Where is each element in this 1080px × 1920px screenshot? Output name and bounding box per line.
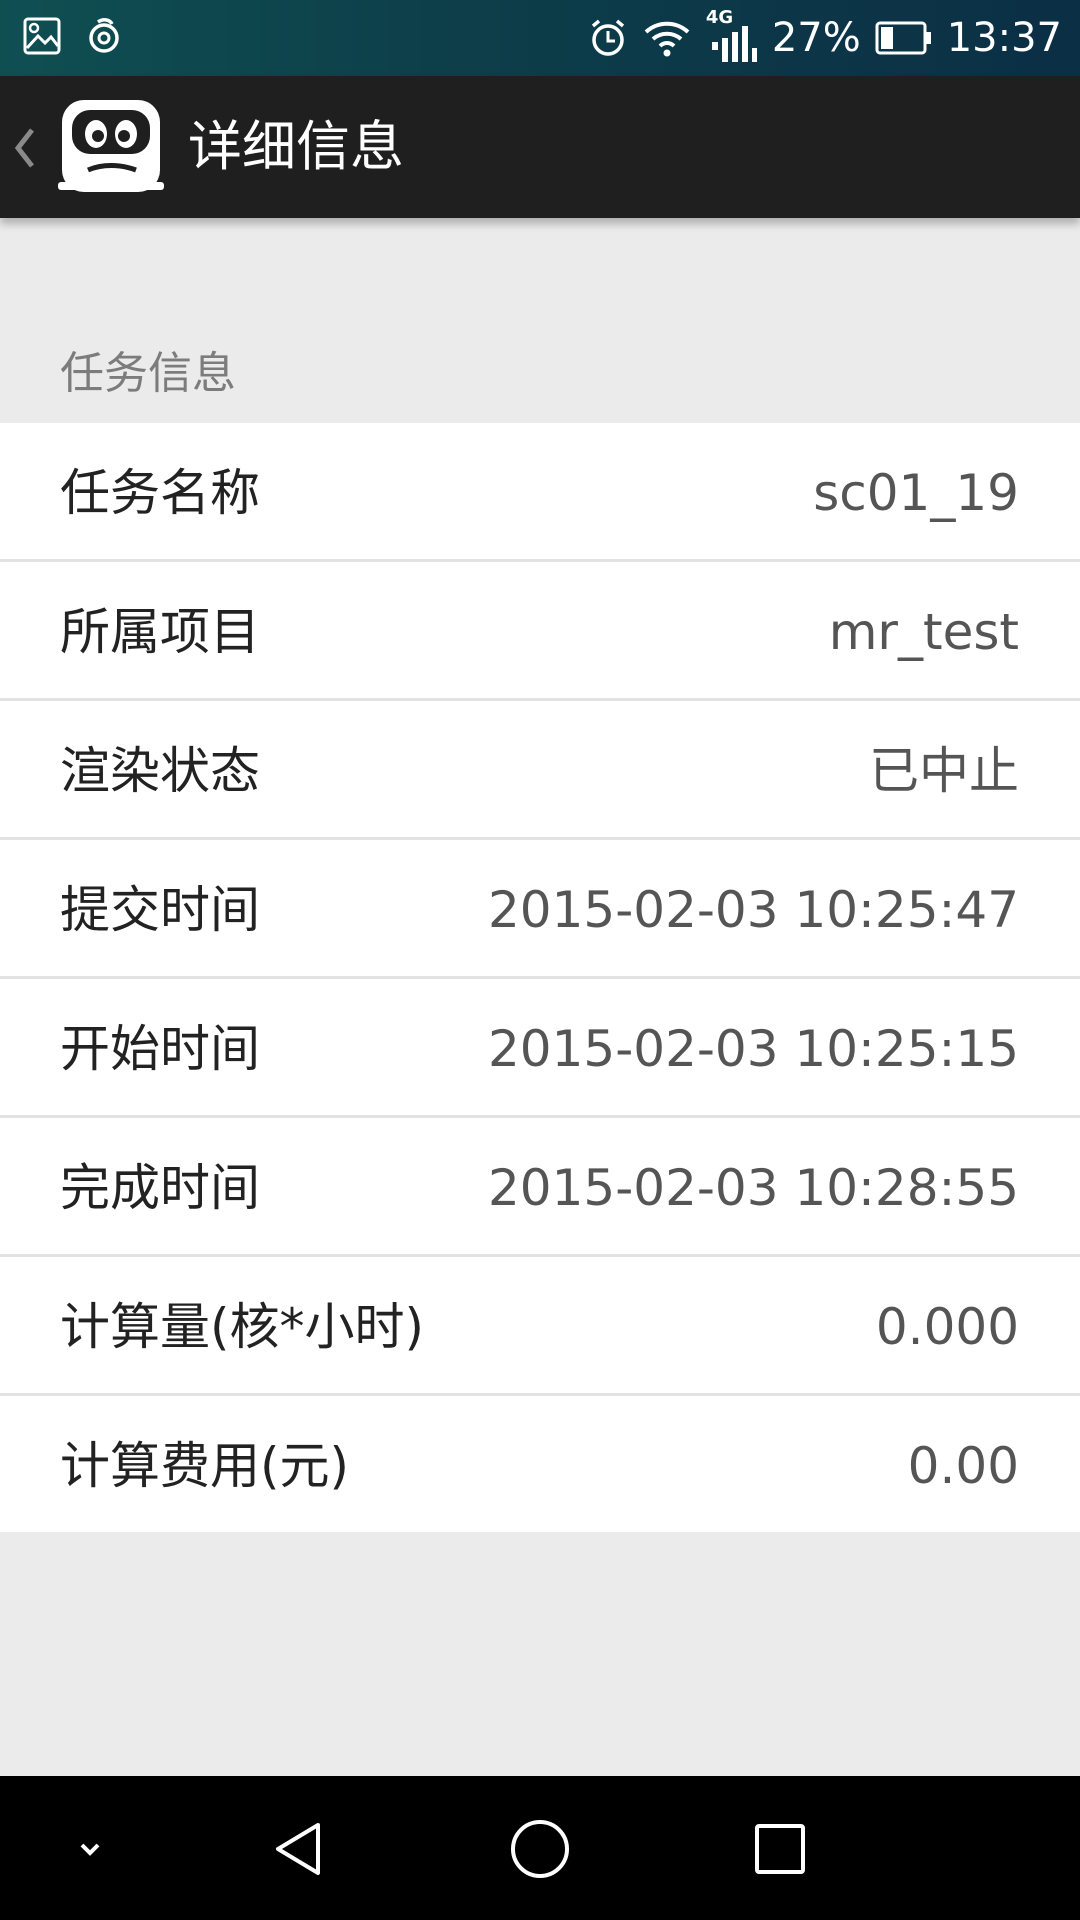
battery-icon <box>875 21 931 55</box>
row-label: 提交时间 <box>60 881 260 939</box>
action-bar: 详细信息 <box>0 76 1080 218</box>
page-title: 详细信息 <box>188 115 404 178</box>
detail-row-compute-cost: 计算费用(元) 0.00 <box>0 1396 1080 1532</box>
back-chevron-icon[interactable] <box>10 120 38 176</box>
collapse-icon <box>80 1843 100 1856</box>
row-label: 所属项目 <box>60 603 260 661</box>
recents-button[interactable] <box>735 1804 825 1894</box>
signal-icon: 4G <box>706 8 758 64</box>
row-label: 任务名称 <box>60 464 260 522</box>
row-label: 渲染状态 <box>60 742 260 800</box>
detail-row-task-name: 任务名称 sc01_19 <box>0 423 1080 562</box>
section-header: 任务信息 <box>60 348 236 399</box>
sync-icon <box>89 18 119 53</box>
row-value: 已中止 <box>869 742 1019 800</box>
status-left-icons <box>22 16 124 56</box>
row-label: 开始时间 <box>60 1020 260 1078</box>
row-value: 2015-02-03 10:25:15 <box>487 1020 1019 1078</box>
recents-icon <box>755 1824 805 1874</box>
row-label: 完成时间 <box>60 1159 260 1217</box>
system-nav-bar <box>0 1776 1080 1920</box>
row-label: 计算费用(元) <box>60 1437 350 1495</box>
back-icon <box>276 1823 320 1875</box>
home-button[interactable] <box>495 1804 585 1894</box>
status-right-icons: 4G 27% 13:37 <box>588 8 1062 66</box>
battery-percent: 27% <box>771 15 861 61</box>
row-value: mr_test <box>828 603 1019 661</box>
detail-row-render-status: 渲染状态 已中止 <box>0 701 1080 840</box>
row-value: 2015-02-03 10:25:47 <box>487 881 1019 939</box>
row-value: 0.00 <box>907 1437 1019 1495</box>
gallery-icon <box>23 17 61 55</box>
row-label: 计算量(核*小时) <box>60 1298 425 1356</box>
home-icon <box>511 1820 569 1878</box>
detail-row-project: 所属项目 mr_test <box>0 562 1080 701</box>
detail-row-finish-time: 完成时间 2015-02-03 10:28:55 <box>0 1118 1080 1257</box>
detail-row-start-time: 开始时间 2015-02-03 10:25:15 <box>0 979 1080 1118</box>
back-button[interactable] <box>255 1804 345 1894</box>
alarm-icon <box>591 19 624 56</box>
clock: 13:37 <box>946 15 1062 61</box>
detail-list: 任务名称 sc01_19 所属项目 mr_test 渲染状态 已中止 提交时间 … <box>0 423 1080 1532</box>
row-value: 2015-02-03 10:28:55 <box>487 1159 1019 1217</box>
row-value: 0.000 <box>875 1298 1019 1356</box>
detail-row-compute-amount: 计算量(核*小时) 0.000 <box>0 1257 1080 1396</box>
detail-row-submit-time: 提交时间 2015-02-03 10:25:47 <box>0 840 1080 979</box>
app-logo-icon[interactable] <box>58 94 164 200</box>
wifi-icon <box>644 21 690 57</box>
collapse-button[interactable] <box>45 1804 135 1894</box>
status-bar: 4G 27% 13:37 <box>0 0 1080 76</box>
row-value: sc01_19 <box>813 464 1019 522</box>
